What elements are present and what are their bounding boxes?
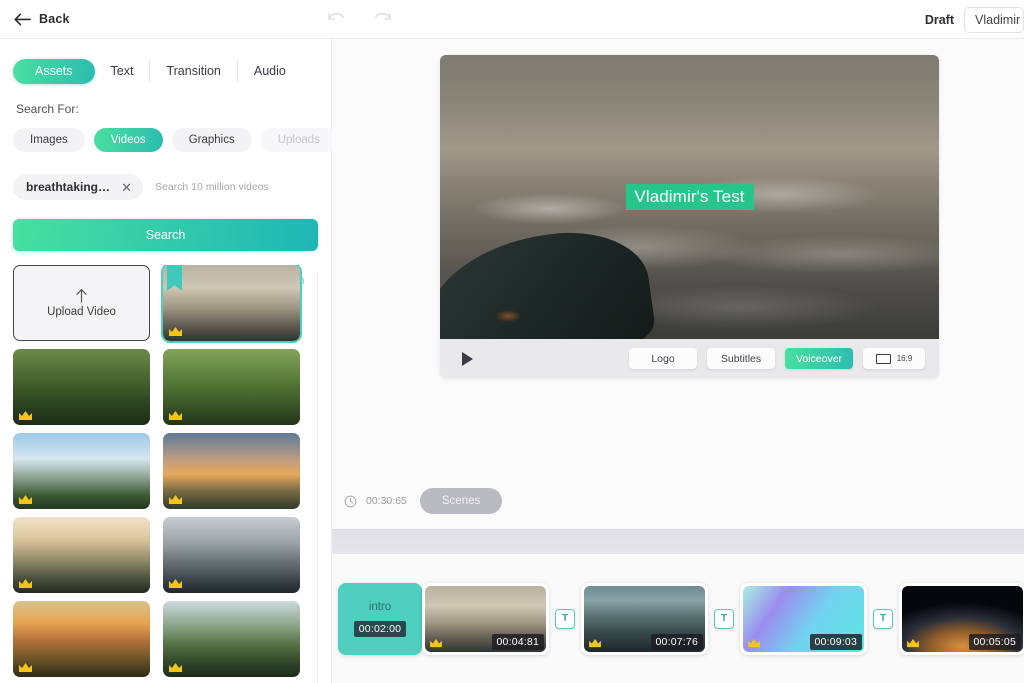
premium-crown-icon (169, 663, 182, 672)
pill-videos[interactable]: Videos (93, 128, 163, 152)
premium-crown-icon (907, 638, 919, 647)
asset-thumb-golden-field-sunrise[interactable] (13, 601, 150, 677)
history-controls (325, 8, 394, 30)
premium-crown-icon (169, 327, 182, 336)
player-controls: Logo Subtitles Voiceover 16:9 (440, 339, 939, 378)
redo-icon[interactable] (372, 8, 394, 30)
view-scenes-button[interactable]: Scenes (419, 488, 503, 514)
timeline-clip-intro[interactable]: intro 00:02:00 (338, 582, 422, 655)
scenes-timeline[interactable]: intro 00:02:00 00:04:81 T 00:07:76 T 00:… (332, 554, 1024, 683)
rectangle-icon (875, 353, 891, 364)
search-for-label: Search For: (16, 102, 79, 116)
sidebar-tabs: Assets Text Transition Audio (0, 52, 331, 90)
timeline-clip-gradient-blur[interactable]: 00:09:03 (740, 582, 867, 655)
transition-button[interactable]: T (873, 608, 893, 629)
undo-icon[interactable] (325, 8, 347, 30)
asset-thumb-sunset-valley[interactable] (163, 433, 300, 509)
clip-duration: 00:02:00 (353, 620, 407, 637)
clip-duration: 00:09:03 (809, 633, 862, 650)
upload-arrow-icon (76, 289, 87, 303)
premium-crown-icon (169, 411, 182, 420)
video-editor-app: Back Draft Vladimir Assets Text Transiti… (0, 0, 1024, 683)
project-name-field[interactable]: Vladimir (964, 6, 1024, 33)
upload-video-label: Upload Video (47, 306, 116, 318)
transition-button[interactable]: T (714, 608, 734, 629)
upload-video-tile[interactable]: Upload Video (13, 265, 150, 341)
tab-transition[interactable]: Transition (150, 59, 236, 84)
category-pill-row: Images Videos Graphics Uploads (0, 128, 337, 152)
header-right-group: Draft Vladimir (925, 0, 1024, 39)
premium-crown-icon (589, 638, 601, 647)
search-input[interactable]: Search 10 million videos (155, 181, 269, 193)
voiceover-button[interactable]: Voiceover (785, 348, 853, 369)
timeline-clip-city-skyline[interactable]: 00:07:76 (581, 582, 708, 655)
asset-thumb-man-forest-standing[interactable] (13, 349, 150, 425)
premium-crown-icon (169, 579, 182, 588)
premium-crown-icon (169, 495, 182, 504)
asset-thumb-hazy-sunrise-hills[interactable] (13, 517, 150, 593)
premium-crown-icon (430, 638, 442, 647)
aspect-ratio-label: 16:9 (896, 354, 913, 363)
pill-uploads: Uploads (260, 128, 337, 152)
search-button[interactable]: Search (13, 219, 318, 251)
editor-main: Vladimir's Test Logo Subtitles Voiceover… (332, 39, 1024, 683)
asset-thumb-cloudy-peaks[interactable] (163, 517, 300, 593)
aspect-ratio-button[interactable]: 16:9 (863, 348, 925, 369)
intro-clip-label: intro (368, 600, 392, 613)
back-label: Back (39, 12, 70, 26)
premium-crown-icon (19, 411, 32, 420)
asset-results-scroll[interactable]: Upload Video (0, 265, 331, 683)
tab-assets[interactable]: Assets (13, 58, 95, 84)
logo-button[interactable]: Logo (629, 348, 697, 369)
clip-duration: 00:04:81 (491, 633, 544, 650)
selected-ribbon-icon (167, 265, 182, 291)
asset-thumb-snow-mountains[interactable] (13, 433, 150, 509)
search-query-row: breathtaking bea... ✕ Search 10 million … (0, 174, 331, 200)
timeline-clip-earth-from-space[interactable]: 00:05:05 (899, 582, 1024, 655)
app-header: Back Draft Vladimir (0, 0, 1024, 39)
tab-text[interactable]: Text (95, 59, 150, 84)
video-frame-lens-flare (494, 309, 521, 322)
player-tool-buttons: Logo Subtitles Voiceover 16:9 (629, 348, 925, 369)
text-overlay[interactable]: Vladimir's Test (625, 184, 754, 210)
video-player: Vladimir's Test Logo Subtitles Voiceover… (440, 55, 939, 378)
play-icon[interactable] (462, 351, 473, 366)
asset-thumb-jungle-cliffs[interactable] (163, 601, 300, 677)
video-canvas[interactable]: Vladimir's Test (440, 55, 939, 339)
draft-status-label: Draft (924, 12, 954, 27)
timeline-separator-band (332, 529, 1024, 554)
transition-button[interactable]: T (555, 608, 575, 629)
pill-images[interactable]: Images (13, 128, 85, 152)
clip-duration: 00:05:05 (968, 633, 1021, 650)
back-button[interactable]: Back (14, 12, 70, 26)
subtitles-button[interactable]: Subtitles (707, 348, 775, 369)
scrollbar-track[interactable] (317, 271, 318, 683)
asset-thumb-coastal-waves[interactable] (161, 265, 302, 343)
clip-duration: 00:07:76 (650, 633, 703, 650)
premium-crown-icon (748, 638, 760, 647)
premium-crown-icon (19, 663, 32, 672)
search-query-chip[interactable]: breathtaking bea... ✕ (13, 174, 143, 200)
back-arrow-icon (14, 12, 31, 25)
asset-thumb-man-relaxing-chair[interactable] (163, 349, 300, 425)
scenes-toolbar: 00:30:65 Scenes Timeline (344, 488, 503, 514)
premium-crown-icon (19, 579, 32, 588)
total-duration: 00:30:65 (366, 495, 407, 507)
tab-audio[interactable]: Audio (238, 59, 302, 84)
assets-sidebar: Assets Text Transition Audio Search For:… (0, 39, 337, 683)
search-query-text: breathtaking bea... (26, 180, 112, 194)
clock-icon (344, 495, 357, 507)
asset-grid: Upload Video (13, 265, 313, 683)
premium-crown-icon (19, 495, 32, 504)
timeline-clip-coastal-aerial[interactable]: 00:04:81 (422, 582, 549, 655)
pill-graphics[interactable]: Graphics (171, 128, 252, 152)
close-icon[interactable]: ✕ (121, 181, 132, 194)
